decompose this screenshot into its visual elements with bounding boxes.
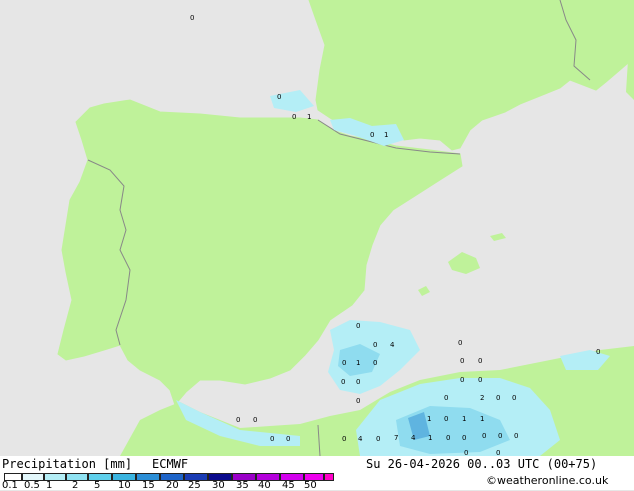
map-value-label: 1	[307, 113, 311, 121]
map-value-label: 0	[444, 394, 448, 402]
map-value-label: 0	[253, 416, 257, 424]
legend-tick-label: 15	[142, 480, 155, 491]
legend-tick-label: 45	[282, 480, 295, 491]
map-value-label: 0	[446, 434, 450, 442]
map-value-label: 0	[462, 434, 466, 442]
legend-tick-label: 25	[188, 480, 201, 491]
map-value-label: 0	[342, 435, 346, 443]
legend-tick-label: 0.5	[24, 480, 40, 491]
map-value-label: 0	[356, 378, 360, 386]
map-value-label: 4	[390, 341, 395, 349]
legend-ticks: 0.1 0.5 1 2 5 10 15 20 25 30 35 40 45 50	[0, 480, 330, 491]
map-value-label: 0	[286, 435, 290, 443]
map-value-label: 0	[376, 435, 380, 443]
map-value-label: 1	[428, 434, 432, 442]
model-label: ECMWF	[152, 457, 189, 471]
map-value-label: 0	[458, 339, 462, 347]
map-value-label: 1	[480, 415, 484, 423]
map-value-label: 0	[482, 432, 486, 440]
map-value-label: 0	[498, 432, 502, 440]
legend-tick-label: 35	[236, 480, 249, 491]
valid-time-label: Su 26-04-2026 00..03 UTC (00+75)	[366, 457, 598, 471]
map-value-label: 4	[358, 435, 363, 443]
legend-tick-label: 1	[46, 480, 53, 491]
map-value-label: 0	[496, 394, 500, 402]
map-value-label: 0	[596, 348, 600, 356]
credit-label: ©weatheronline.co.uk	[486, 474, 609, 487]
legend-tick-label: 10	[118, 480, 131, 491]
product-label: Precipitation [mm]	[2, 457, 133, 471]
map-value-label: 0	[496, 449, 500, 456]
legend-tick-label: 2	[72, 480, 79, 491]
map-value-label: 1	[356, 359, 360, 367]
map-value-label: 0	[342, 359, 346, 367]
legend-tick-label: 30	[212, 480, 225, 491]
map-value-label: 0	[464, 449, 468, 456]
map-value-label: 0	[478, 357, 482, 365]
map-value-label: 0	[277, 93, 281, 101]
map-value-label: 2	[480, 394, 484, 402]
map-value-label: 0	[236, 416, 240, 424]
map-value-label: 7	[394, 434, 398, 442]
map-value-label: 0	[514, 432, 518, 440]
map-value-label: 0	[370, 131, 374, 139]
precipitation-map: 0 0 0 1 0 1 0 0 4 0 0 1 0 0 0 0 0 0 0 0 …	[0, 0, 634, 456]
map-value-label: 0	[512, 394, 516, 402]
legend-tick-label: 40	[258, 480, 271, 491]
map-value-label: 1	[427, 415, 431, 423]
legend-tick-label: 50	[304, 480, 317, 491]
map-value-label: 0	[373, 359, 377, 367]
map-value-label: 4	[411, 434, 416, 442]
map-value-label: 0	[190, 14, 194, 22]
map-value-label: 0	[270, 435, 274, 443]
legend-tick-label: 5	[94, 480, 101, 491]
map-value-label: 0	[460, 376, 464, 384]
map-value-label: 0	[341, 378, 345, 386]
map-value-label: 0	[373, 341, 377, 349]
map-value-label: 0	[356, 397, 360, 405]
map-value-label: 0	[460, 357, 464, 365]
map-value-label: 1	[384, 131, 388, 139]
map-value-label: 1	[462, 415, 466, 423]
map-value-label: 0	[292, 113, 296, 121]
legend-tick-label: 0.1	[2, 480, 18, 491]
legend-tick-label: 20	[166, 480, 179, 491]
map-value-label: 0	[478, 376, 482, 384]
map-value-label: 0	[356, 322, 360, 330]
map-value-label: 0	[444, 415, 448, 423]
